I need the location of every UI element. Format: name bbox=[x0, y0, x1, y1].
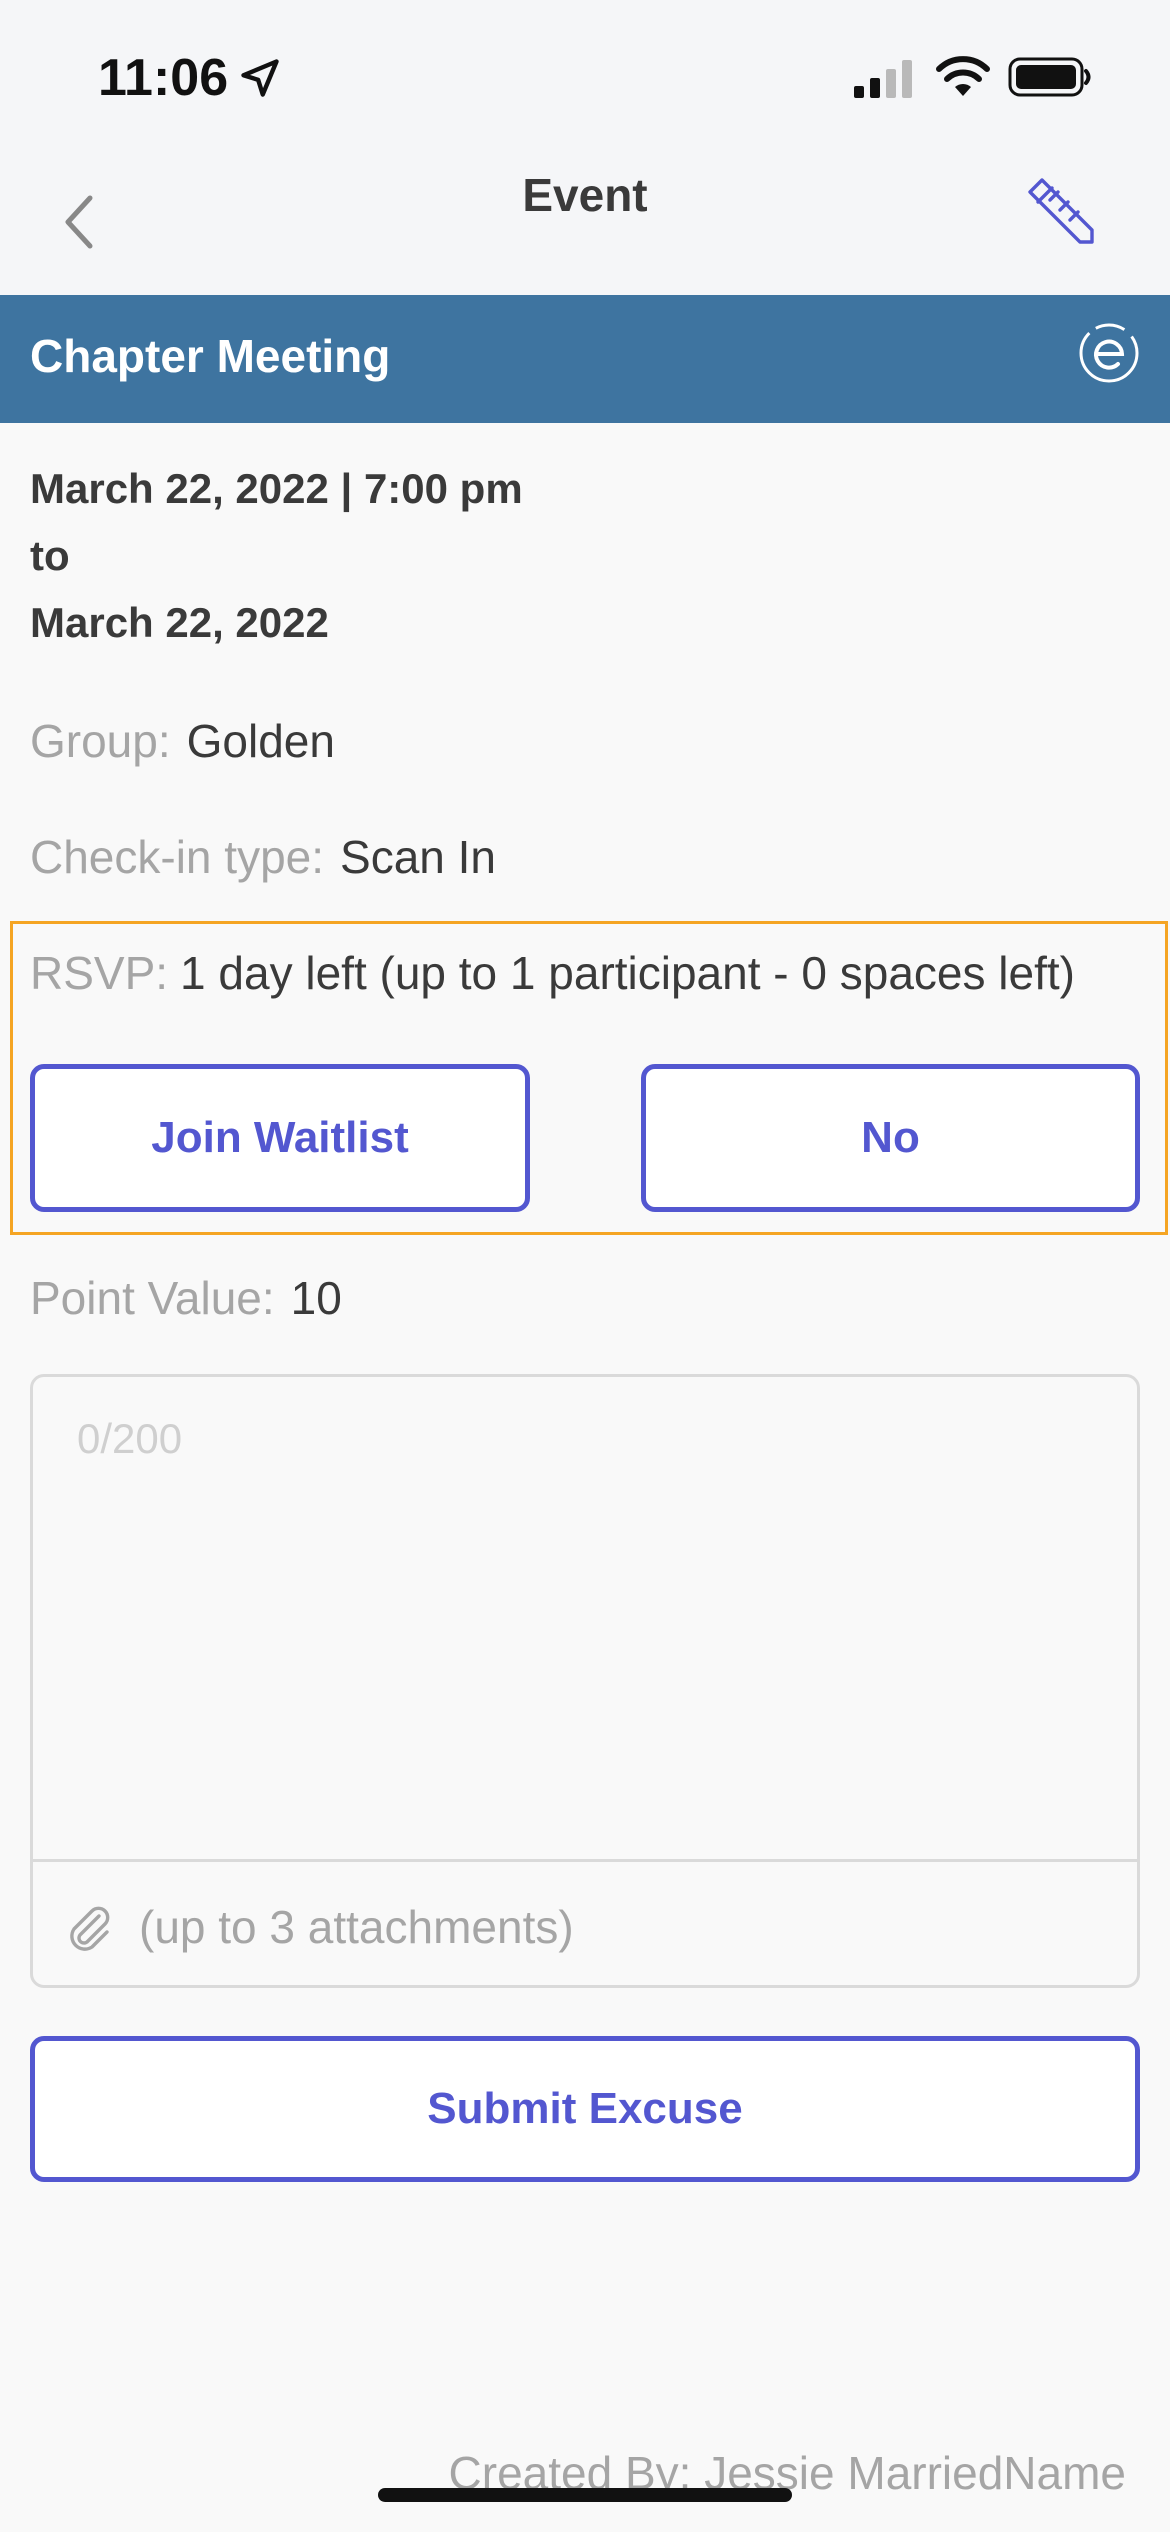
checkin-row: Check-in type: Scan In bbox=[30, 829, 496, 885]
nav-bar: Event bbox=[0, 150, 1170, 295]
point-value: 10 bbox=[290, 1272, 342, 1324]
join-waitlist-button[interactable]: Join Waitlist bbox=[30, 1064, 530, 1212]
rsvp-no-button[interactable]: No bbox=[641, 1064, 1140, 1212]
end-date: March 22, 2022 bbox=[30, 599, 329, 646]
submit-excuse-button[interactable]: Submit Excuse bbox=[30, 2036, 1140, 2182]
group-row: Group: Golden bbox=[30, 713, 335, 769]
status-bar: 11:06 bbox=[0, 0, 1170, 150]
paperclip-icon bbox=[70, 1906, 110, 1951]
checkin-value: Scan In bbox=[340, 831, 497, 883]
status-time: 11:06 bbox=[98, 49, 229, 107]
group-value: Golden bbox=[186, 715, 335, 767]
group-label: Group: bbox=[30, 715, 171, 767]
checkin-label: Check-in type: bbox=[30, 831, 325, 883]
location-arrow-icon bbox=[241, 59, 279, 97]
rsvp-label: RSVP: bbox=[30, 947, 169, 999]
rsvp-status: 1 day left (up to 1 participant - 0 spac… bbox=[180, 947, 1075, 999]
home-indicator[interactable] bbox=[378, 2488, 792, 2502]
rsvp-row: RSVP: 1 day left (up to 1 participant - 0… bbox=[30, 945, 1075, 1001]
attachment-button[interactable]: (up to 3 attachments) bbox=[63, 1877, 574, 1977]
pencil-icon[interactable] bbox=[1020, 170, 1100, 250]
start-datetime: March 22, 2022 | 7:00 pm bbox=[30, 465, 523, 512]
attachment-divider bbox=[33, 1859, 1137, 1862]
attachment-hint: (up to 3 attachments) bbox=[139, 1901, 574, 1953]
wifi-icon bbox=[936, 56, 990, 96]
point-value-label: Point Value: bbox=[30, 1272, 275, 1324]
battery-icon bbox=[1008, 57, 1091, 97]
event-title-banner: Chapter Meeting bbox=[0, 295, 1170, 423]
point-value-row: Point Value: 10 bbox=[30, 1270, 342, 1326]
event-dates: March 22, 2022 | 7:00 pm to March 22, 20… bbox=[30, 455, 523, 656]
page-title: Event bbox=[522, 169, 648, 221]
cellular-signal-icon bbox=[854, 60, 912, 98]
event-title: Chapter Meeting bbox=[30, 330, 391, 382]
date-separator: to bbox=[30, 532, 70, 579]
brand-logo-icon bbox=[1079, 323, 1139, 383]
excuse-char-counter: 0/200 bbox=[77, 1415, 183, 1462]
excuse-text-area[interactable]: 0/200 (up to 3 attachments) bbox=[30, 1374, 1140, 1988]
